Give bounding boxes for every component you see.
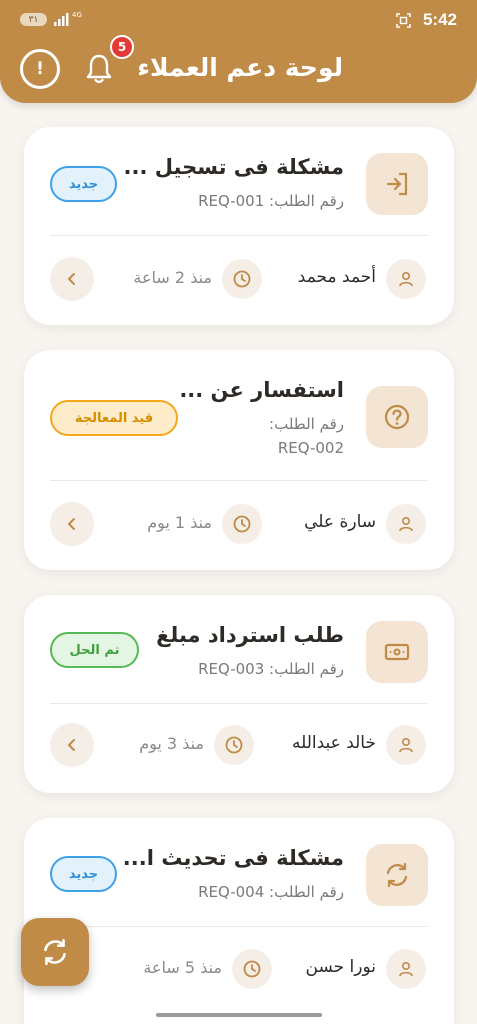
user-icon bbox=[386, 259, 426, 299]
time-ago: منذ 1 يوم bbox=[147, 513, 212, 532]
open-ticket-button[interactable] bbox=[50, 257, 94, 301]
clock-icon bbox=[222, 504, 262, 544]
ticket-card[interactable]: مشكلة فى تسجيل ... رقم الطلب: REQ-001 جد… bbox=[24, 127, 454, 325]
clock-time: 5:42 bbox=[422, 10, 457, 29]
clock-icon bbox=[214, 725, 254, 765]
ticket-title: استفسار عن ... bbox=[179, 378, 344, 402]
ticket-request-number: رقم الطلب: REQ-003 bbox=[198, 660, 344, 678]
sync-icon bbox=[386, 862, 408, 888]
customer-name: خالد عبدالله bbox=[291, 733, 376, 753]
chevron-left-icon bbox=[68, 739, 75, 751]
time-ago: منذ 5 ساعة bbox=[143, 958, 222, 977]
user-icon bbox=[386, 504, 426, 544]
status-badge: جديد bbox=[50, 166, 117, 202]
info-icon: ! bbox=[36, 59, 44, 79]
status-badge: تم الحل bbox=[50, 632, 139, 668]
divider bbox=[50, 235, 428, 236]
login-icon bbox=[386, 172, 408, 196]
signal-icon bbox=[54, 13, 69, 26]
status-badge: جديد bbox=[50, 856, 117, 892]
ticket-card[interactable]: مشكلة فى تحديث ا... رقم الطلب: REQ-004 ج… bbox=[24, 818, 454, 1024]
open-ticket-button[interactable] bbox=[50, 502, 94, 546]
refresh-fab-button[interactable] bbox=[21, 918, 89, 986]
ticket-request-number: REQ-002 bbox=[277, 439, 344, 457]
ticket-type-icon bbox=[366, 386, 428, 448]
page-title: لوحة دعم العملاء bbox=[137, 53, 343, 82]
home-indicator[interactable] bbox=[156, 1013, 322, 1017]
app-header: ٣١ 4G 5:42 ! 5 لوحة دعم العملاء bbox=[0, 0, 477, 103]
ticket-request-number: رقم الطلب: bbox=[269, 415, 344, 433]
help-icon bbox=[384, 404, 410, 430]
chevron-left-icon bbox=[68, 273, 75, 285]
clock-icon bbox=[232, 949, 272, 989]
money-icon bbox=[384, 643, 410, 661]
status-badge: قيد المعالجة bbox=[50, 400, 178, 436]
ticket-type-icon bbox=[366, 844, 428, 906]
status-bar: ٣١ 4G 5:42 bbox=[0, 0, 477, 40]
ticket-title: طلب استرداد مبلغ bbox=[156, 623, 344, 647]
notification-count-badge: 5 bbox=[110, 35, 134, 59]
user-icon bbox=[386, 949, 426, 989]
divider bbox=[50, 926, 428, 927]
divider bbox=[50, 480, 428, 481]
customer-name: سارة علي bbox=[304, 512, 376, 532]
info-button[interactable]: ! bbox=[20, 49, 60, 89]
clock-icon bbox=[222, 259, 262, 299]
ticket-title: مشكلة فى تحديث ا... bbox=[122, 846, 344, 870]
refresh-icon bbox=[44, 938, 66, 966]
ticket-card[interactable]: استفسار عن ... رقم الطلب: REQ-002 قيد ال… bbox=[24, 350, 454, 570]
ticket-request-number: رقم الطلب: REQ-004 bbox=[198, 883, 344, 901]
battery-indicator: ٣١ bbox=[20, 13, 47, 26]
customer-name: نورا حسن bbox=[305, 957, 376, 977]
chevron-left-icon bbox=[68, 518, 75, 530]
time-ago: منذ 2 ساعة bbox=[133, 268, 212, 287]
time-ago: منذ 3 يوم bbox=[139, 734, 204, 753]
user-icon bbox=[386, 725, 426, 765]
ticket-card[interactable]: طلب استرداد مبلغ رقم الطلب: REQ-003 تم ا… bbox=[24, 595, 454, 793]
ticket-type-icon bbox=[366, 621, 428, 683]
ticket-title: مشكلة فى تسجيل ... bbox=[123, 155, 344, 179]
ticket-type-icon bbox=[366, 153, 428, 215]
customer-name: أحمد محمد bbox=[297, 267, 376, 287]
network-type: 4G bbox=[72, 11, 82, 19]
ticket-request-number: رقم الطلب: REQ-001 bbox=[198, 192, 344, 210]
notification-bell-icon[interactable] bbox=[84, 52, 114, 86]
divider bbox=[50, 703, 428, 704]
open-ticket-button[interactable] bbox=[50, 723, 94, 767]
screen-record-icon bbox=[396, 13, 411, 28]
